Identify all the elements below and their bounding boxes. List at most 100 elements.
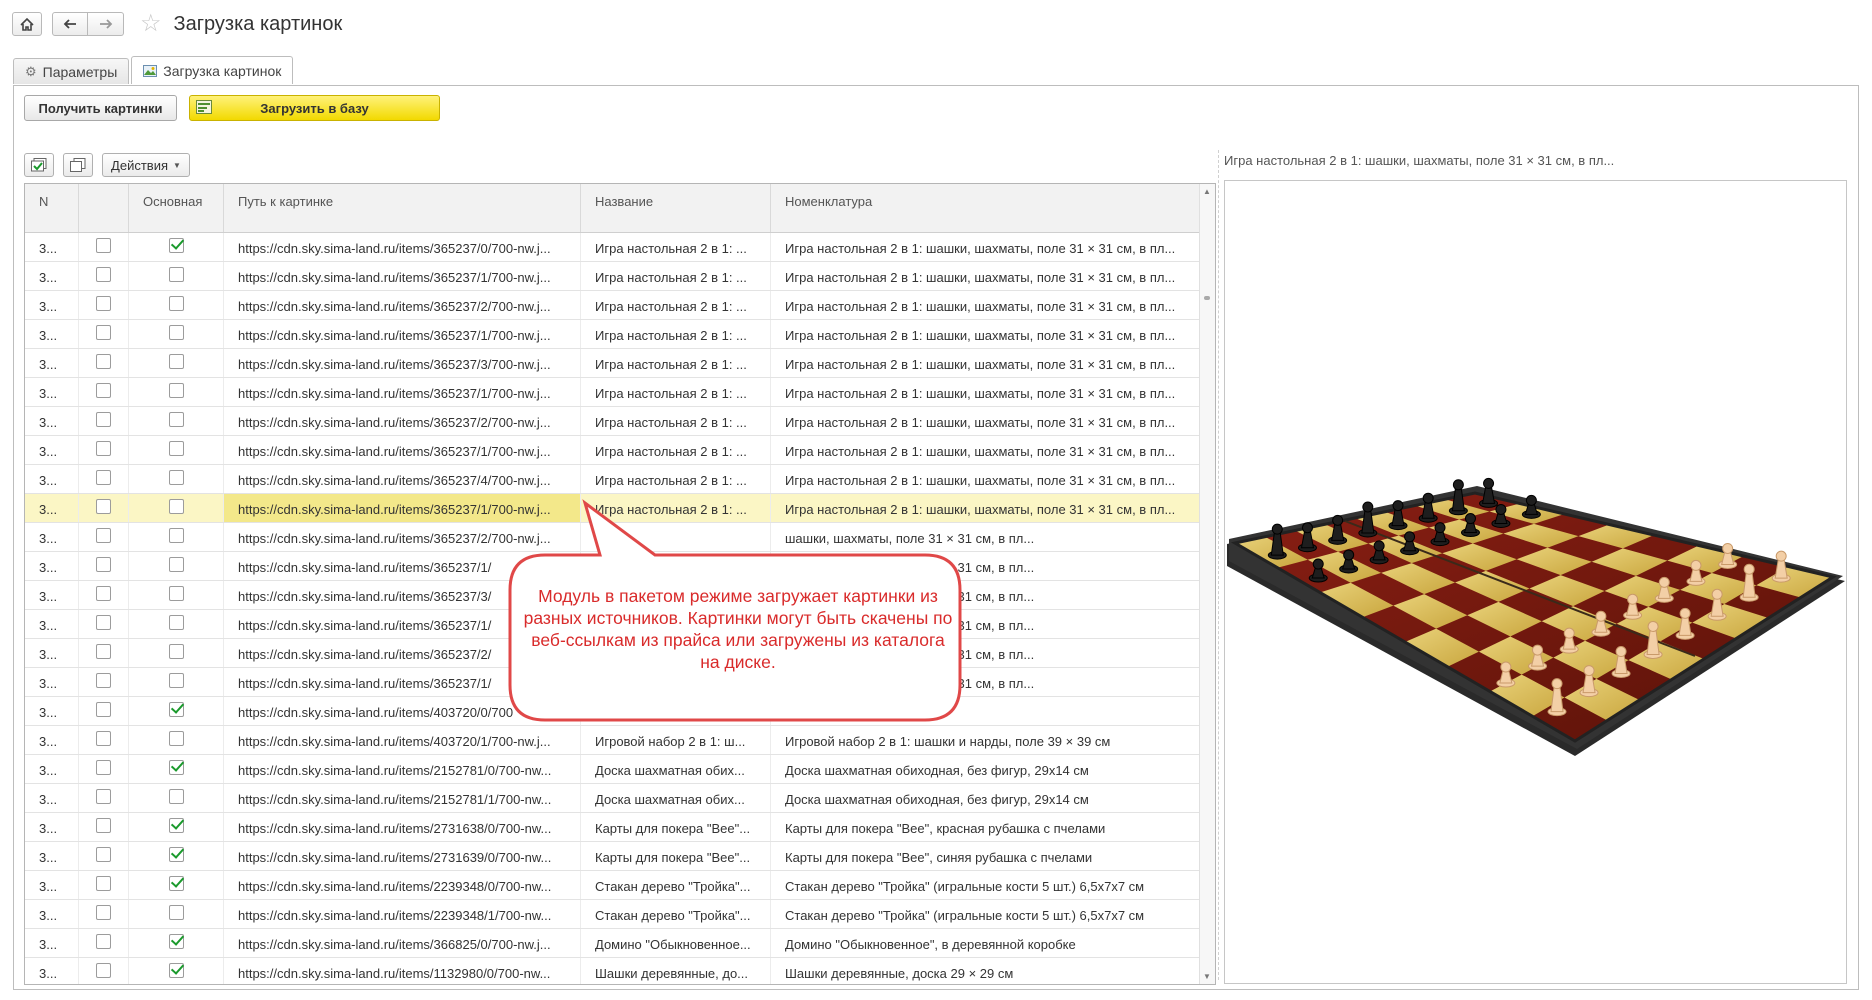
row-select-checkbox[interactable]: [96, 615, 111, 630]
main-image-checkbox[interactable]: [168, 789, 184, 804]
column-header-main[interactable]: Основная: [129, 184, 224, 232]
main-image-checkbox[interactable]: [168, 528, 184, 543]
product-name-cell[interactable]: Игра настольная 2 в 1: ...: [581, 320, 771, 348]
image-path-cell[interactable]: https://cdn.sky.sima-land.ru/items/36523…: [224, 378, 581, 406]
nomenclature-cell[interactable]: Игра настольная 2 в 1: шашки, шахматы, п…: [771, 349, 1201, 377]
row-select-checkbox[interactable]: [96, 586, 111, 601]
row-select-checkbox[interactable]: [96, 876, 111, 891]
row-select-checkbox[interactable]: [96, 499, 111, 514]
scroll-up-icon[interactable]: ▲: [1203, 187, 1211, 196]
scroll-down-icon[interactable]: ▼: [1203, 972, 1211, 981]
scroll-thumb[interactable]: [1204, 296, 1210, 300]
image-path-cell[interactable]: https://cdn.sky.sima-land.ru/items/36523…: [224, 233, 581, 261]
product-name-cell[interactable]: Стакан дерево "Тройка"...: [581, 871, 771, 899]
image-path-cell[interactable]: https://cdn.sky.sima-land.ru/items/36523…: [224, 494, 581, 522]
table-row[interactable]: 3... https://cdn.sky.sima-land.ru/items/2…: [25, 871, 1201, 900]
table-row[interactable]: 3... https://cdn.sky.sima-land.ru/items/3…: [25, 291, 1201, 320]
row-select-checkbox[interactable]: [96, 354, 111, 369]
nomenclature-cell[interactable]: Игра настольная 2 в 1: шашки, шахматы, п…: [771, 494, 1201, 522]
table-row[interactable]: 3... https://cdn.sky.sima-land.ru/items/3…: [25, 929, 1201, 958]
nomenclature-cell[interactable]: Игра настольная 2 в 1: шашки, шахматы, п…: [771, 233, 1201, 261]
column-header-check[interactable]: [79, 184, 129, 232]
home-button[interactable]: [12, 12, 42, 36]
back-button[interactable]: [52, 12, 88, 36]
row-select-checkbox[interactable]: [96, 644, 111, 659]
nomenclature-cell[interactable]: Шашки деревянные, доска 29 × 29 см: [771, 958, 1201, 984]
main-image-checkbox[interactable]: [168, 470, 184, 485]
nomenclature-cell[interactable]: Стакан дерево "Тройка" (игральные кости …: [771, 900, 1201, 928]
image-path-cell[interactable]: https://cdn.sky.sima-land.ru/items/27316…: [224, 813, 581, 841]
main-image-checkbox[interactable]: [168, 354, 184, 369]
product-name-cell[interactable]: Доска шахматная обих...: [581, 784, 771, 812]
image-path-cell[interactable]: https://cdn.sky.sima-land.ru/items/36523…: [224, 291, 581, 319]
tab-image-upload[interactable]: Загрузка картинок: [131, 56, 294, 84]
nomenclature-cell[interactable]: Стакан дерево "Тройка" (игральные кости …: [771, 871, 1201, 899]
get-images-button[interactable]: Получить картинки: [24, 95, 177, 121]
main-image-checkbox[interactable]: [168, 296, 184, 311]
nomenclature-cell[interactable]: Игра настольная 2 в 1: шашки, шахматы, п…: [771, 407, 1201, 435]
table-row[interactable]: 3... https://cdn.sky.sima-land.ru/items/3…: [25, 233, 1201, 262]
nomenclature-cell[interactable]: Игра настольная 2 в 1: шашки, шахматы, п…: [771, 436, 1201, 464]
image-path-cell[interactable]: https://cdn.sky.sima-land.ru/items/36523…: [224, 407, 581, 435]
product-name-cell[interactable]: Шашки деревянные, до...: [581, 958, 771, 984]
row-select-checkbox[interactable]: [96, 963, 111, 978]
table-row[interactable]: 3... https://cdn.sky.sima-land.ru/items/1…: [25, 958, 1201, 984]
main-image-checkbox[interactable]: [168, 905, 184, 920]
table-row[interactable]: 3... https://cdn.sky.sima-land.ru/items/3…: [25, 320, 1201, 349]
column-header-n[interactable]: N: [25, 184, 79, 232]
product-name-cell[interactable]: Игра настольная 2 в 1: ...: [581, 378, 771, 406]
check-all-button[interactable]: [24, 153, 54, 177]
main-image-checkbox[interactable]: [168, 876, 184, 891]
main-image-checkbox[interactable]: [168, 673, 184, 688]
main-image-checkbox[interactable]: [168, 615, 184, 630]
nomenclature-cell[interactable]: Игра настольная 2 в 1: шашки, шахматы, п…: [771, 262, 1201, 290]
product-name-cell[interactable]: Доска шахматная обих...: [581, 755, 771, 783]
table-row[interactable]: 3... https://cdn.sky.sima-land.ru/items/2…: [25, 784, 1201, 813]
image-path-cell[interactable]: https://cdn.sky.sima-land.ru/items/36523…: [224, 349, 581, 377]
image-path-cell[interactable]: https://cdn.sky.sima-land.ru/items/21527…: [224, 755, 581, 783]
product-name-cell[interactable]: Стакан дерево "Тройка"...: [581, 900, 771, 928]
main-image-checkbox[interactable]: [168, 818, 184, 833]
image-path-cell[interactable]: https://cdn.sky.sima-land.ru/items/36523…: [224, 465, 581, 493]
image-path-cell[interactable]: https://cdn.sky.sima-land.ru/items/36523…: [224, 262, 581, 290]
table-row[interactable]: 3... https://cdn.sky.sima-land.ru/items/3…: [25, 494, 1201, 523]
nomenclature-cell[interactable]: Карты для покера "Bee", красная рубашка …: [771, 813, 1201, 841]
main-image-checkbox[interactable]: [168, 847, 184, 862]
image-path-cell[interactable]: https://cdn.sky.sima-land.ru/items/11329…: [224, 958, 581, 984]
row-select-checkbox[interactable]: [96, 557, 111, 572]
table-row[interactable]: 3... https://cdn.sky.sima-land.ru/items/3…: [25, 465, 1201, 494]
table-row[interactable]: 3... https://cdn.sky.sima-land.ru/items/3…: [25, 407, 1201, 436]
row-select-checkbox[interactable]: [96, 673, 111, 688]
forward-button[interactable]: [88, 12, 124, 36]
main-image-checkbox[interactable]: [168, 499, 184, 514]
product-name-cell[interactable]: Игра настольная 2 в 1: ...: [581, 494, 771, 522]
product-name-cell[interactable]: Карты для покера "Bee"...: [581, 842, 771, 870]
main-image-checkbox[interactable]: [168, 644, 184, 659]
main-image-checkbox[interactable]: [168, 731, 184, 746]
product-name-cell[interactable]: Игра настольная 2 в 1: ...: [581, 465, 771, 493]
product-name-cell[interactable]: Игра настольная 2 в 1: ...: [581, 349, 771, 377]
product-name-cell[interactable]: Игра настольная 2 в 1: ...: [581, 233, 771, 261]
row-select-checkbox[interactable]: [96, 238, 111, 253]
nomenclature-cell[interactable]: Доска шахматная обиходная, без фигур, 29…: [771, 784, 1201, 812]
column-header-nomenclature[interactable]: Номенклатура: [771, 184, 1201, 232]
row-select-checkbox[interactable]: [96, 470, 111, 485]
main-image-checkbox[interactable]: [168, 441, 184, 456]
table-row[interactable]: 3... https://cdn.sky.sima-land.ru/items/2…: [25, 755, 1201, 784]
image-path-cell[interactable]: https://cdn.sky.sima-land.ru/items/22393…: [224, 871, 581, 899]
nomenclature-cell[interactable]: Игровой набор 2 в 1: шашки и нарды, поле…: [771, 726, 1201, 754]
product-name-cell[interactable]: Игра настольная 2 в 1: ...: [581, 407, 771, 435]
actions-menu-button[interactable]: Действия ▼: [102, 153, 190, 177]
nomenclature-cell[interactable]: Доска шахматная обиходная, без фигур, 29…: [771, 755, 1201, 783]
table-row[interactable]: 3... https://cdn.sky.sima-land.ru/items/3…: [25, 436, 1201, 465]
nomenclature-cell[interactable]: Домино "Обыкновенное", в деревянной коро…: [771, 929, 1201, 957]
main-image-checkbox[interactable]: [168, 702, 184, 717]
image-path-cell[interactable]: https://cdn.sky.sima-land.ru/items/36523…: [224, 320, 581, 348]
product-name-cell[interactable]: Игра настольная 2 в 1: ...: [581, 262, 771, 290]
image-path-cell[interactable]: https://cdn.sky.sima-land.ru/items/21527…: [224, 784, 581, 812]
product-name-cell[interactable]: Домино "Обыкновенное...: [581, 929, 771, 957]
main-image-checkbox[interactable]: [168, 557, 184, 572]
table-row[interactable]: 3... https://cdn.sky.sima-land.ru/items/4…: [25, 726, 1201, 755]
image-path-cell[interactable]: https://cdn.sky.sima-land.ru/items/22393…: [224, 900, 581, 928]
row-select-checkbox[interactable]: [96, 325, 111, 340]
